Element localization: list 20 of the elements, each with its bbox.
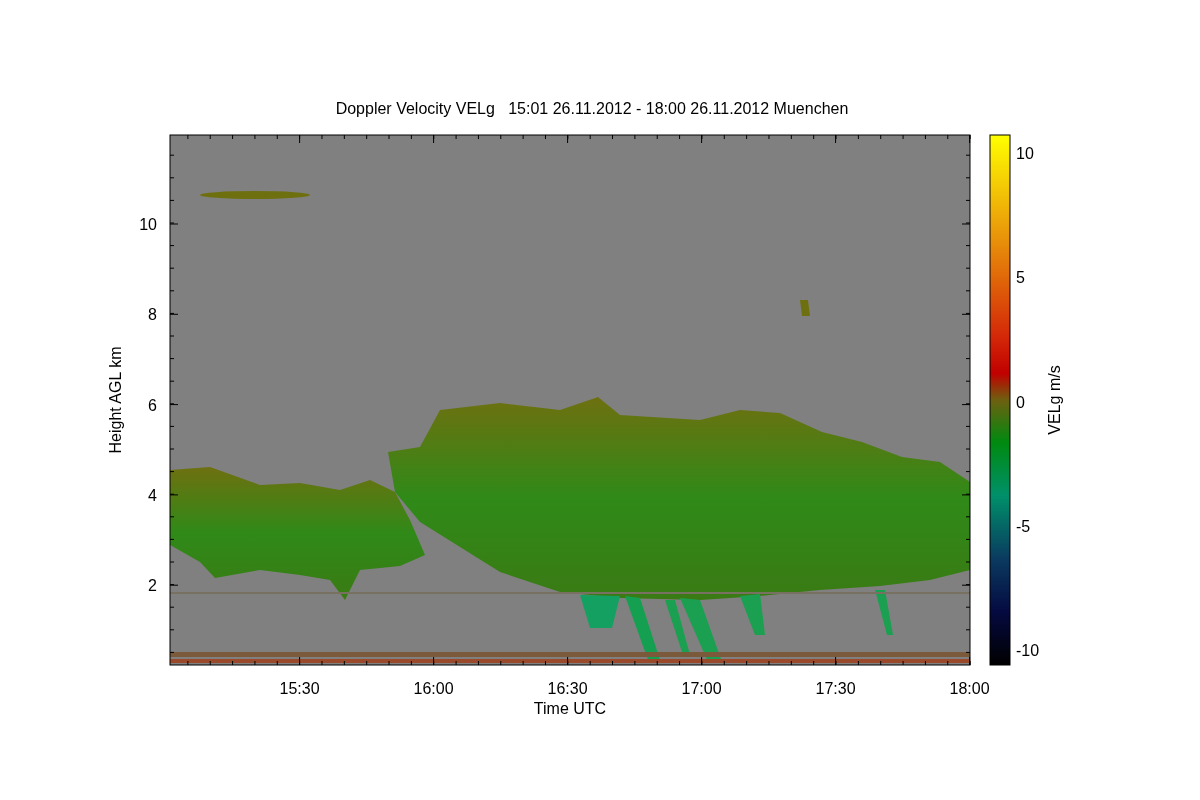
x-tick-label: 16:00 [413, 680, 454, 697]
colorbar-label: VELg m/s [1046, 365, 1063, 435]
chart-title: Doppler Velocity VELg 15:01 26.11.2012 - 18:00 26.11.2012 Muenchen [335, 100, 849, 117]
x-tick-label: 17:30 [815, 680, 856, 697]
x-tick-label: 16:30 [547, 680, 588, 697]
colorbar-tick-label: 10 [1016, 145, 1034, 162]
y-tick-label: 10 [139, 216, 157, 233]
colorbar-tick-label: 5 [1016, 269, 1025, 287]
y-tick-label: 8 [148, 306, 157, 324]
colorbar-tick-label: 0 [1016, 393, 1025, 411]
x-tick-label: 17:00 [681, 680, 722, 697]
y-tick-label: 2 [148, 577, 157, 595]
y-axis-label: Height AGL km [107, 346, 124, 454]
y-tick-label: 4 [148, 486, 157, 504]
x-tick-label: 15:30 [279, 680, 320, 697]
x-axis-label: Time UTC [533, 700, 607, 717]
x-tick-label: 18:00 [949, 680, 990, 697]
colorbar-tick-label: -5 [1016, 517, 1031, 535]
y-tick-label: 6 [148, 396, 157, 414]
colorbar-tick-label: -10 [1016, 642, 1040, 660]
